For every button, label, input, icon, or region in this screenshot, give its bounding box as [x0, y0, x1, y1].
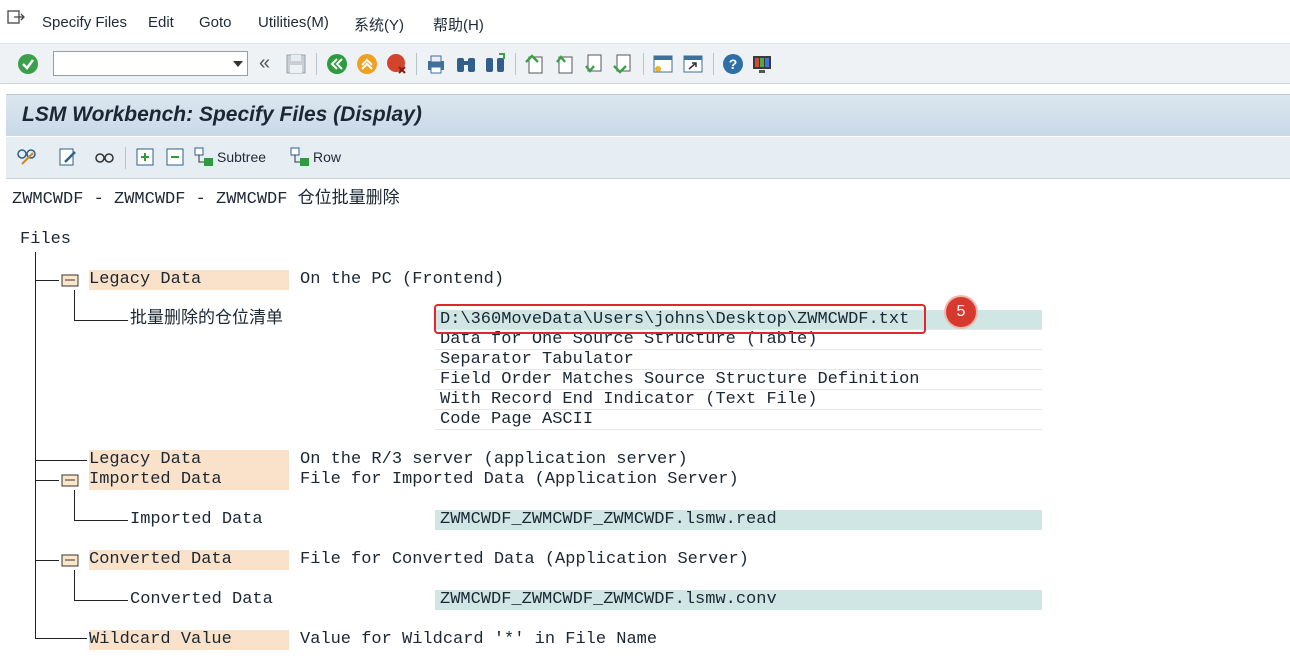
command-field[interactable]: [53, 51, 248, 76]
converted-data-child[interactable]: Converted Data: [130, 590, 273, 610]
menu-specify-files[interactable]: Specify Files: [42, 14, 127, 31]
application-toolbar: Subtree Row: [6, 137, 1290, 179]
edit-icon[interactable]: [57, 146, 79, 168]
next-page-icon[interactable]: [582, 52, 606, 76]
legacy-data-server-node[interactable]: Legacy Data: [89, 450, 289, 470]
pc-file-detail-record-end: With Record End Indicator (Text File): [440, 390, 818, 409]
folder-open-icon[interactable]: [61, 552, 79, 568]
standard-toolbar: « ?: [0, 44, 1290, 84]
pc-file-detail-field-order: Field Order Matches Source Structure Def…: [440, 370, 920, 389]
last-page-icon[interactable]: [611, 52, 635, 76]
converted-data-node[interactable]: Converted Data: [89, 550, 289, 570]
previous-page-icon[interactable]: [553, 52, 577, 76]
pc-file-detail-separator: Separator Tabulator: [440, 350, 634, 369]
imported-data-desc: File for Imported Data (Application Serv…: [300, 470, 739, 489]
display-icon[interactable]: [94, 146, 116, 168]
collapse-icon[interactable]: [164, 146, 186, 168]
folder-open-icon[interactable]: [61, 272, 79, 288]
subtree-icon[interactable]: [193, 146, 215, 168]
row-icon[interactable]: [289, 146, 311, 168]
screen-title-bar: LSM Workbench: Specify Files (Display): [6, 94, 1290, 136]
cancel-icon[interactable]: [385, 52, 409, 76]
legacy-data-pc-desc: On the PC (Frontend): [300, 270, 505, 289]
menu-exit-icon[interactable]: [6, 8, 26, 26]
imported-data-child[interactable]: Imported Data: [130, 510, 263, 530]
print-icon[interactable]: [424, 52, 448, 76]
command-dropdown-icon[interactable]: [233, 61, 243, 67]
file-tree-area: ZWMCWDF - ZWMCWDF - ZWMCWDF 仓位批量删除 Files…: [0, 180, 1290, 662]
menu-bar: Specify Files Edit Goto Utilities(M) 系统(…: [0, 0, 1290, 44]
svg-text:?: ?: [729, 56, 738, 72]
menu-system[interactable]: 系统(Y): [354, 14, 404, 35]
row-button[interactable]: Row: [313, 149, 341, 165]
save-icon[interactable]: [284, 52, 308, 76]
find-next-icon[interactable]: [483, 52, 507, 76]
imported-data-node[interactable]: Imported Data: [89, 470, 289, 490]
tree-header: ZWMCWDF - ZWMCWDF - ZWMCWDF 仓位批量删除: [12, 190, 400, 209]
converted-data-file[interactable]: ZWMCWDF_ZWMCWDF_ZWMCWDF.lsmw.conv: [440, 590, 777, 610]
help-icon[interactable]: ?: [721, 52, 745, 76]
converted-data-desc: File for Converted Data (Application Ser…: [300, 550, 749, 569]
subtree-button[interactable]: Subtree: [217, 149, 266, 165]
enter-icon[interactable]: [16, 52, 40, 76]
display-change-icon[interactable]: [16, 146, 38, 168]
customize-layout-icon[interactable]: [750, 52, 774, 76]
wildcard-value-node[interactable]: Wildcard Value: [89, 630, 289, 650]
find-icon[interactable]: [454, 52, 478, 76]
legacy-data-server-desc: On the R/3 server (application server): [300, 450, 688, 469]
shortcut-icon[interactable]: [681, 52, 705, 76]
back-icon[interactable]: [325, 52, 349, 76]
tree-root-files[interactable]: Files: [20, 230, 71, 250]
create-session-icon[interactable]: [651, 52, 675, 76]
back-arrows-icon[interactable]: «: [259, 52, 270, 75]
expand-icon[interactable]: [134, 146, 156, 168]
folder-open-icon[interactable]: [61, 472, 79, 488]
menu-goto[interactable]: Goto: [199, 14, 232, 31]
wildcard-value-desc: Value for Wildcard '*' in File Name: [300, 630, 658, 649]
page-title: LSM Workbench: Specify Files (Display): [22, 103, 422, 126]
annotation-step-badge: 5: [946, 297, 976, 327]
pc-file-name[interactable]: 批量删除的仓位清单: [130, 310, 283, 330]
pc-file-detail-code-page: Code Page ASCII: [440, 410, 594, 429]
annotation-highlight-box: [434, 304, 926, 334]
menu-edit[interactable]: Edit: [148, 14, 174, 31]
imported-data-file[interactable]: ZWMCWDF_ZWMCWDF_ZWMCWDF.lsmw.read: [440, 510, 777, 530]
menu-utilities[interactable]: Utilities(M): [258, 14, 329, 31]
menu-help[interactable]: 帮助(H): [433, 14, 484, 35]
first-page-icon[interactable]: [523, 52, 547, 76]
legacy-data-pc-node[interactable]: Legacy Data: [89, 270, 289, 290]
exit-icon[interactable]: [355, 52, 379, 76]
